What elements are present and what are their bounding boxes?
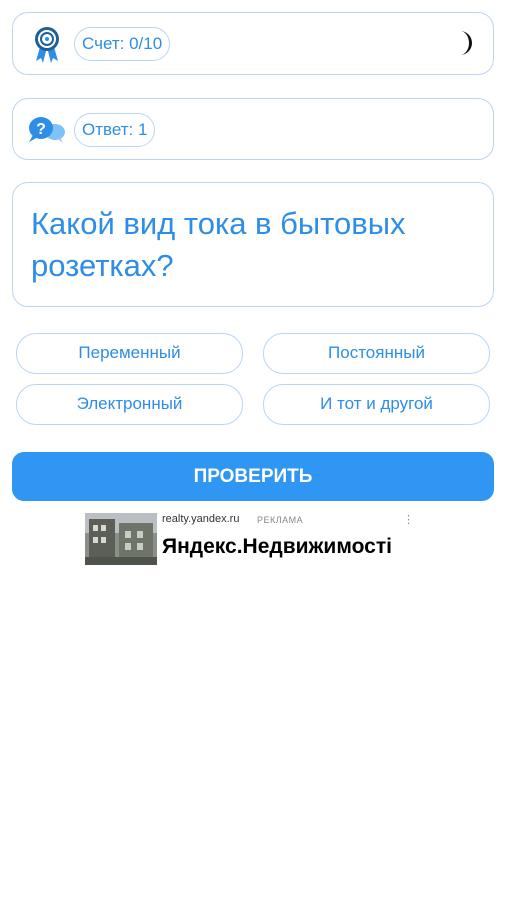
ad-image[interactable] — [85, 513, 157, 565]
answer-label: Ответ: 1 — [74, 113, 156, 147]
score-label: Счет: 0/10 — [74, 27, 171, 61]
option-button[interactable]: И тот и другой — [263, 384, 490, 425]
option-button[interactable]: Переменный — [16, 333, 243, 374]
ad-menu-icon[interactable]: ⋮ — [403, 513, 414, 526]
help-chat-icon[interactable]: ? — [27, 115, 67, 145]
check-button[interactable]: ПРОВЕРИТЬ — [12, 452, 494, 501]
ad-tag: РЕКЛАМА — [257, 515, 304, 525]
svg-text:?: ? — [36, 121, 46, 138]
moon-icon[interactable] — [451, 28, 477, 58]
question-text: Какой вид тока в бытовых розетках? — [31, 206, 406, 283]
ad-banner[interactable]: realty.yandex.ru РЕКЛАМА ⋮ Яндекс.Недвиж… — [85, 513, 422, 565]
answer-card: ? Ответ: 1 — [12, 98, 494, 160]
option-button[interactable]: Электронный — [16, 384, 243, 425]
question-card: Какой вид тока в бытовых розетках? — [12, 182, 494, 307]
medal-icon — [31, 25, 63, 65]
ad-title[interactable]: Яндекс.Недвижимості — [162, 535, 392, 559]
score-card: Счет: 0/10 — [12, 12, 494, 75]
ad-domain[interactable]: realty.yandex.ru — [162, 513, 239, 525]
option-button[interactable]: Постоянный — [263, 333, 490, 374]
